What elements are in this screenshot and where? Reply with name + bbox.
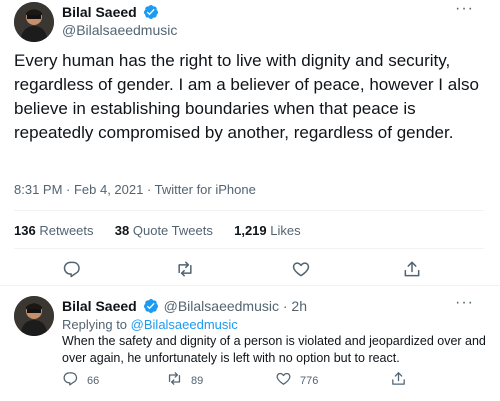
reply-author-name[interactable]: Bilal Saeed xyxy=(62,298,137,314)
replying-prefix: Replying to xyxy=(62,317,128,332)
verified-badge-icon xyxy=(143,4,159,20)
divider xyxy=(14,248,484,249)
likes-label: Likes xyxy=(270,223,301,238)
reply-icon[interactable] xyxy=(62,259,82,284)
like-count: 776 xyxy=(300,375,319,387)
retweet-icon[interactable] xyxy=(175,259,195,284)
share-icon[interactable] xyxy=(390,370,407,392)
replying-mention-link[interactable]: @Bilalsaeedmusic xyxy=(131,317,238,332)
likes-stat[interactable]: 1,219 Likes xyxy=(234,223,301,238)
author-handle[interactable]: @Bilalsaeedmusic xyxy=(62,22,177,38)
share-icon[interactable] xyxy=(402,259,422,284)
reply-count: 66 xyxy=(87,375,100,387)
retweets-label: Retweets xyxy=(39,223,94,238)
more-icon[interactable]: ··· xyxy=(455,0,474,18)
divider xyxy=(0,285,500,286)
likes-count: 1,219 xyxy=(234,223,267,238)
reply-reply-action[interactable]: 66 xyxy=(62,370,99,392)
author-name[interactable]: Bilal Saeed xyxy=(62,4,137,20)
author-avatar[interactable] xyxy=(14,2,54,42)
reply-icon xyxy=(62,370,79,392)
retweets-stat[interactable]: 136 Retweets xyxy=(14,223,94,238)
like-icon xyxy=(275,370,292,392)
tweet-text: Every human has the right to live with d… xyxy=(14,51,479,142)
tweet-timestamp[interactable]: 8:31 PM · Feb 4, 2021 · Twitter for iPho… xyxy=(14,182,256,197)
tweet-stats: 136 Retweets 38 Quote Tweets 1,219 Likes xyxy=(14,223,301,238)
reply-retweet-action[interactable]: 89 xyxy=(166,370,203,392)
reply-more-icon[interactable]: ··· xyxy=(455,294,474,312)
reply-like-action[interactable]: 776 xyxy=(275,370,318,392)
reply-author-avatar[interactable] xyxy=(14,296,54,336)
reply-text: When the safety and dignity of a person … xyxy=(62,334,486,365)
divider xyxy=(14,210,484,211)
reply-author-handle[interactable]: @Bilalsaeedmusic · 2h xyxy=(164,298,307,314)
reply-header: Bilal Saeed @Bilalsaeedmusic · 2h xyxy=(62,298,307,316)
quote-count: 38 xyxy=(114,223,130,238)
retweet-icon xyxy=(166,370,183,392)
tweet-author: Bilal Saeed xyxy=(62,4,159,22)
retweets-count: 136 xyxy=(14,223,36,238)
retweet-count: 89 xyxy=(191,375,204,387)
quote-label: Quote Tweets xyxy=(132,223,213,238)
verified-badge-icon xyxy=(143,298,159,314)
quote-tweets-stat[interactable]: 38 Quote Tweets xyxy=(115,223,213,238)
like-icon[interactable] xyxy=(291,259,311,284)
replying-to: Replying to @Bilalsaeedmusic xyxy=(62,317,238,332)
